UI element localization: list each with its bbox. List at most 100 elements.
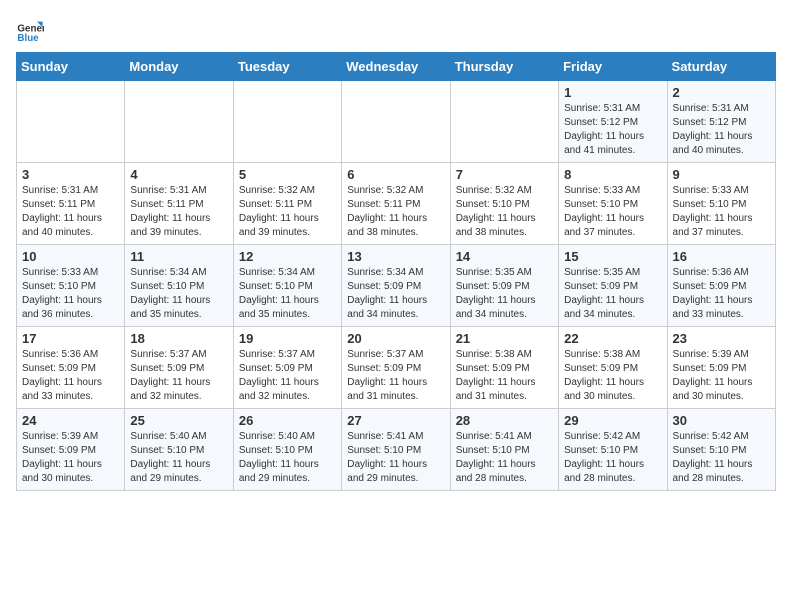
header-friday: Friday [559, 53, 667, 81]
day-number: 10 [22, 249, 119, 264]
day-number: 21 [456, 331, 553, 346]
day-number: 19 [239, 331, 336, 346]
day-number: 3 [22, 167, 119, 182]
calendar-cell: 28Sunrise: 5:41 AMSunset: 5:10 PMDayligh… [450, 409, 558, 491]
week-row-1: 1 Sunrise: 5:31 AMSunset: 5:12 PMDaylight… [17, 81, 776, 163]
day-number: 20 [347, 331, 444, 346]
day-number: 23 [673, 331, 770, 346]
page-header: General Blue [16, 16, 776, 44]
day-info: Sunrise: 5:39 AMSunset: 5:09 PMDaylight:… [22, 430, 119, 486]
day-info: Sunrise: 5:38 AMSunset: 5:09 PMDaylight:… [456, 348, 553, 404]
day-number: 15 [564, 249, 661, 264]
day-number: 25 [130, 413, 227, 428]
day-info: Sunrise: 5:31 AMSunset: 5:11 PMDaylight:… [130, 184, 227, 240]
svg-text:Blue: Blue [17, 33, 39, 44]
day-info: Sunrise: 5:34 AMSunset: 5:09 PMDaylight:… [347, 266, 444, 322]
day-number: 7 [456, 167, 553, 182]
day-info: Sunrise: 5:32 AMSunset: 5:11 PMDaylight:… [347, 184, 444, 240]
calendar-cell: 14 Sunrise: 5:35 AMSunset: 5:09 PMDayligh… [450, 245, 558, 327]
day-number: 12 [239, 249, 336, 264]
day-number: 8 [564, 167, 661, 182]
calendar-cell: 19 Sunrise: 5:37 AMSunset: 5:09 PMDayligh… [233, 327, 341, 409]
logo: General Blue [16, 16, 48, 44]
day-number: 9 [673, 167, 770, 182]
day-number: 14 [456, 249, 553, 264]
calendar-cell: 24 Sunrise: 5:39 AMSunset: 5:09 PMDayligh… [17, 409, 125, 491]
header-wednesday: Wednesday [342, 53, 450, 81]
calendar-table: SundayMondayTuesdayWednesdayThursdayFrid… [16, 52, 776, 491]
calendar-cell: 9 Sunrise: 5:33 AMSunset: 5:10 PMDaylight… [667, 163, 775, 245]
calendar-cell: 25 Sunrise: 5:40 AMSunset: 5:10 PMDayligh… [125, 409, 233, 491]
day-info: Sunrise: 5:31 AMSunset: 5:11 PMDaylight:… [22, 184, 119, 240]
logo-icon: General Blue [16, 16, 44, 44]
day-info: Sunrise: 5:40 AMSunset: 5:10 PMDaylight:… [239, 430, 336, 486]
day-info: Sunrise: 5:37 AMSunset: 5:09 PMDaylight:… [239, 348, 336, 404]
calendar-cell: 16Sunrise: 5:36 AMSunset: 5:09 PMDayligh… [667, 245, 775, 327]
day-number: 4 [130, 167, 227, 182]
day-info: Sunrise: 5:39 AMSunset: 5:09 PMDaylight:… [673, 348, 770, 404]
calendar-cell: 12 Sunrise: 5:34 AMSunset: 5:10 PMDayligh… [233, 245, 341, 327]
header-saturday: Saturday [667, 53, 775, 81]
day-number: 18 [130, 331, 227, 346]
calendar-cell: 7Sunrise: 5:32 AMSunset: 5:10 PMDaylight… [450, 163, 558, 245]
day-info: Sunrise: 5:34 AMSunset: 5:10 PMDaylight:… [130, 266, 227, 322]
calendar-cell: 17 Sunrise: 5:36 AMSunset: 5:09 PMDayligh… [17, 327, 125, 409]
calendar-cell: 27 Sunrise: 5:41 AMSunset: 5:10 PMDayligh… [342, 409, 450, 491]
calendar-cell: 15 Sunrise: 5:35 AMSunset: 5:09 PMDayligh… [559, 245, 667, 327]
day-info: Sunrise: 5:40 AMSunset: 5:10 PMDaylight:… [130, 430, 227, 486]
calendar-cell: 23 Sunrise: 5:39 AMSunset: 5:09 PMDayligh… [667, 327, 775, 409]
day-info: Sunrise: 5:42 AMSunset: 5:10 PMDaylight:… [564, 430, 661, 486]
day-info: Sunrise: 5:41 AMSunset: 5:10 PMDaylight:… [347, 430, 444, 486]
day-number: 24 [22, 413, 119, 428]
calendar-cell: 4 Sunrise: 5:31 AMSunset: 5:11 PMDaylight… [125, 163, 233, 245]
day-number: 13 [347, 249, 444, 264]
calendar-cell: 5Sunrise: 5:32 AMSunset: 5:11 PMDaylight… [233, 163, 341, 245]
day-info: Sunrise: 5:35 AMSunset: 5:09 PMDaylight:… [564, 266, 661, 322]
day-info: Sunrise: 5:33 AMSunset: 5:10 PMDaylight:… [673, 184, 770, 240]
header-tuesday: Tuesday [233, 53, 341, 81]
calendar-cell: 13 Sunrise: 5:34 AMSunset: 5:09 PMDayligh… [342, 245, 450, 327]
day-number: 27 [347, 413, 444, 428]
header-sunday: Sunday [17, 53, 125, 81]
day-number: 6 [347, 167, 444, 182]
day-info: Sunrise: 5:35 AMSunset: 5:09 PMDaylight:… [456, 266, 553, 322]
week-row-3: 10Sunrise: 5:33 AMSunset: 5:10 PMDayligh… [17, 245, 776, 327]
calendar-cell: 29 Sunrise: 5:42 AMSunset: 5:10 PMDayligh… [559, 409, 667, 491]
day-info: Sunrise: 5:34 AMSunset: 5:10 PMDaylight:… [239, 266, 336, 322]
calendar-cell [342, 81, 450, 163]
week-row-5: 24 Sunrise: 5:39 AMSunset: 5:09 PMDayligh… [17, 409, 776, 491]
header-monday: Monday [125, 53, 233, 81]
calendar-cell: 30 Sunrise: 5:42 AMSunset: 5:10 PMDayligh… [667, 409, 775, 491]
day-info: Sunrise: 5:32 AMSunset: 5:11 PMDaylight:… [239, 184, 336, 240]
day-number: 29 [564, 413, 661, 428]
day-info: Sunrise: 5:37 AMSunset: 5:09 PMDaylight:… [130, 348, 227, 404]
day-info: Sunrise: 5:42 AMSunset: 5:10 PMDaylight:… [673, 430, 770, 486]
calendar-cell: 10Sunrise: 5:33 AMSunset: 5:10 PMDayligh… [17, 245, 125, 327]
calendar-cell [450, 81, 558, 163]
day-number: 22 [564, 331, 661, 346]
day-number: 17 [22, 331, 119, 346]
week-row-2: 3 Sunrise: 5:31 AMSunset: 5:11 PMDaylight… [17, 163, 776, 245]
calendar-cell [17, 81, 125, 163]
calendar-cell: 26Sunrise: 5:40 AMSunset: 5:10 PMDayligh… [233, 409, 341, 491]
day-info: Sunrise: 5:31 AMSunset: 5:12 PMDaylight:… [564, 102, 661, 158]
day-number: 1 [564, 85, 661, 100]
day-number: 16 [673, 249, 770, 264]
calendar-cell: 20Sunrise: 5:37 AMSunset: 5:09 PMDayligh… [342, 327, 450, 409]
calendar-cell: 21 Sunrise: 5:38 AMSunset: 5:09 PMDayligh… [450, 327, 558, 409]
day-number: 11 [130, 249, 227, 264]
day-number: 30 [673, 413, 770, 428]
day-number: 2 [673, 85, 770, 100]
day-info: Sunrise: 5:41 AMSunset: 5:10 PMDaylight:… [456, 430, 553, 486]
calendar-cell: 1 Sunrise: 5:31 AMSunset: 5:12 PMDaylight… [559, 81, 667, 163]
calendar-cell: 3 Sunrise: 5:31 AMSunset: 5:11 PMDaylight… [17, 163, 125, 245]
day-info: Sunrise: 5:36 AMSunset: 5:09 PMDaylight:… [22, 348, 119, 404]
calendar-header-row: SundayMondayTuesdayWednesdayThursdayFrid… [17, 53, 776, 81]
week-row-4: 17 Sunrise: 5:36 AMSunset: 5:09 PMDayligh… [17, 327, 776, 409]
calendar-cell: 18 Sunrise: 5:37 AMSunset: 5:09 PMDayligh… [125, 327, 233, 409]
day-info: Sunrise: 5:33 AMSunset: 5:10 PMDaylight:… [564, 184, 661, 240]
calendar-cell: 2Sunrise: 5:31 AMSunset: 5:12 PMDaylight… [667, 81, 775, 163]
calendar-cell: 11 Sunrise: 5:34 AMSunset: 5:10 PMDayligh… [125, 245, 233, 327]
calendar-cell: 6 Sunrise: 5:32 AMSunset: 5:11 PMDaylight… [342, 163, 450, 245]
header-thursday: Thursday [450, 53, 558, 81]
